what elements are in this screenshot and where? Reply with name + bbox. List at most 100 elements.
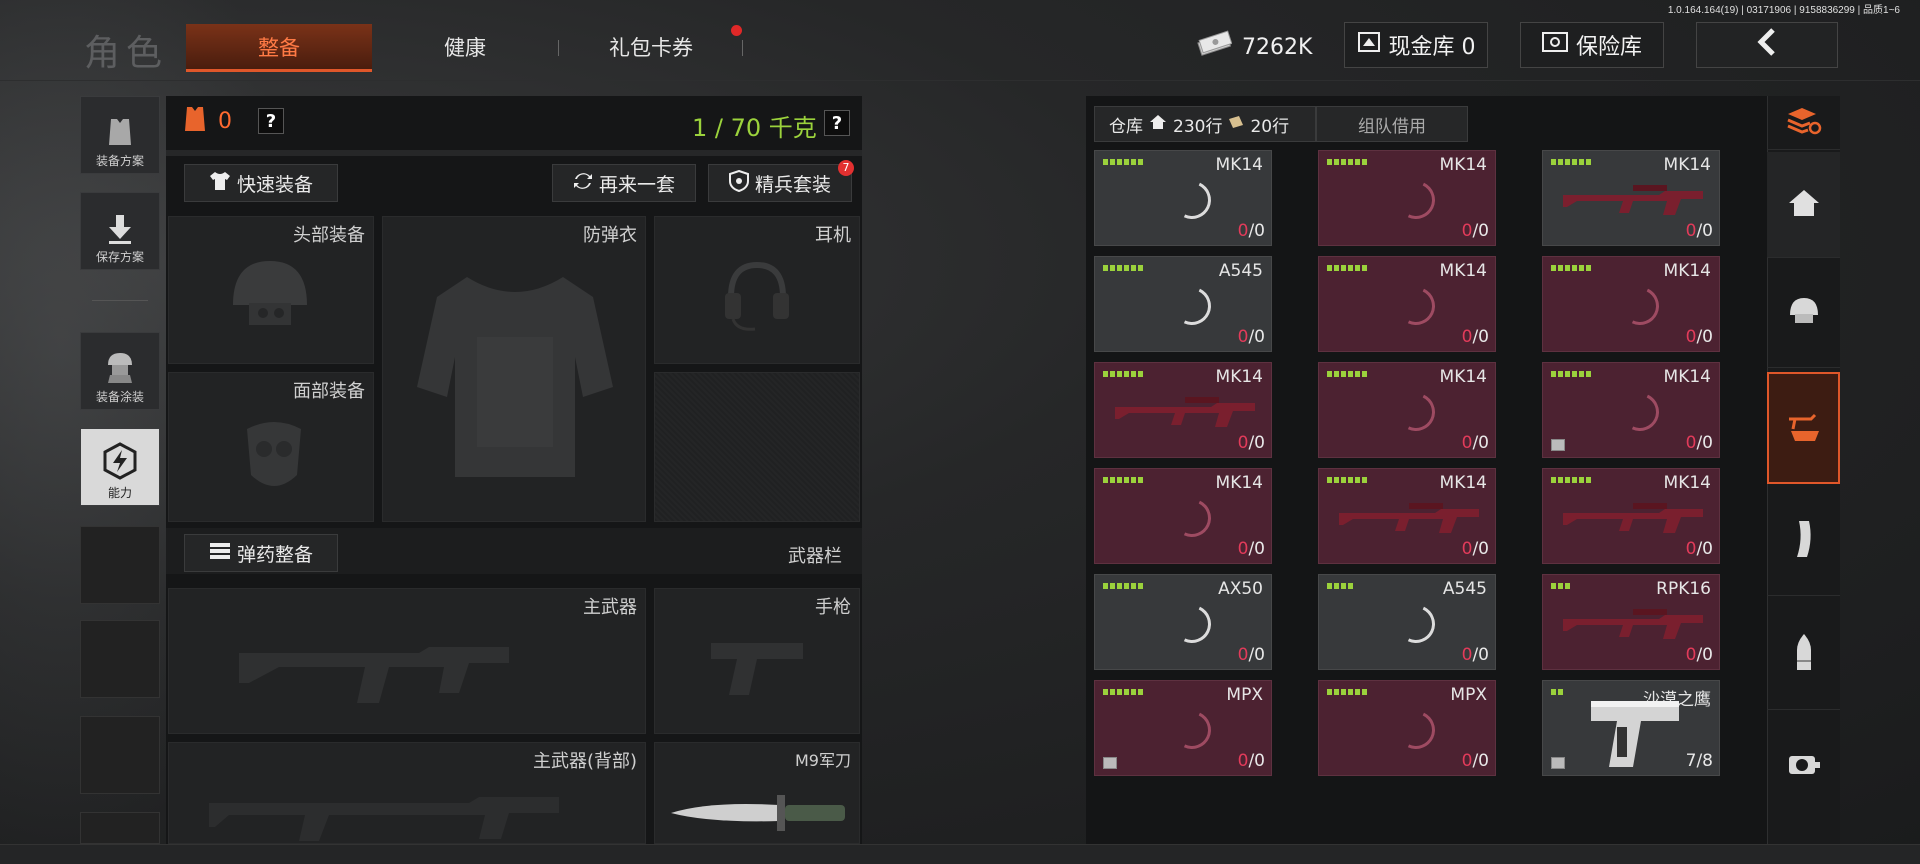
quality-dots xyxy=(1551,265,1591,271)
loading-spinner-icon xyxy=(1167,281,1217,331)
item-name: MK14 xyxy=(1663,367,1711,387)
ability-hexagon-icon xyxy=(100,441,140,484)
back-button[interactable] xyxy=(1696,22,1838,68)
warehouse-tab-label: 仓库 xyxy=(1109,116,1143,137)
weight-display: 1 / 70 千克 xyxy=(692,114,817,142)
inventory-item[interactable]: MK14 0/0 xyxy=(1094,362,1272,458)
item-count-current: 0 xyxy=(1237,327,1249,347)
rail-ammo[interactable] xyxy=(1767,598,1840,710)
item-count-current: 0 xyxy=(1461,539,1473,559)
container-box-icon xyxy=(1551,439,1565,451)
refresh-icon xyxy=(573,171,593,196)
sidebar-item-ability[interactable]: 能力 xyxy=(80,428,160,506)
tab-health[interactable]: 健康 xyxy=(372,24,558,72)
tab-equipment[interactable]: 整备 xyxy=(186,24,372,72)
bottom-bar xyxy=(0,844,1920,864)
cash-stack-icon xyxy=(1196,30,1233,64)
inventory-item[interactable]: MPX 0/0 xyxy=(1318,680,1496,776)
armor-help-button[interactable]: ? xyxy=(258,108,284,134)
item-count: 0/0 xyxy=(1462,433,1489,453)
item-count-total: /0 xyxy=(1696,645,1713,665)
quality-dots xyxy=(1551,583,1570,589)
pistol-slot[interactable]: 手枪 xyxy=(654,588,860,734)
rail-weapons[interactable] xyxy=(1767,372,1840,484)
rifle-thumbnail-icon xyxy=(1563,495,1713,539)
item-count-current: 0 xyxy=(1685,645,1697,665)
item-count-current: 0 xyxy=(1237,539,1249,559)
quality-dots xyxy=(1327,477,1367,483)
rifle-thumbnail-icon xyxy=(1563,601,1713,645)
item-name: MK14 xyxy=(1215,473,1263,493)
ammo-loadout-label: 弹药整备 xyxy=(236,543,313,566)
primary-weapon-back-slot[interactable]: 主武器(背部) xyxy=(168,742,646,844)
inventory-item[interactable]: AX50 0/0 xyxy=(1094,574,1272,670)
inventory-item[interactable]: MK14 0/0 xyxy=(1542,150,1720,246)
item-name: MK14 xyxy=(1439,367,1487,387)
stack-refresh-icon xyxy=(1786,106,1822,140)
ammo-loadout-button[interactable]: 弹药整备 xyxy=(184,534,338,572)
inventory-item[interactable]: RPK16 0/0 xyxy=(1542,574,1720,670)
quality-dots xyxy=(1327,159,1367,165)
rail-all-items[interactable] xyxy=(1767,152,1840,258)
safe-icon xyxy=(1541,31,1568,59)
rail-attachments[interactable] xyxy=(1767,712,1840,820)
rifle-thumbnail-icon xyxy=(1115,389,1265,433)
weight-help-button[interactable]: ? xyxy=(824,110,850,136)
quick-equip-button[interactable]: 快速装备 xyxy=(184,164,338,202)
rail-helmets[interactable] xyxy=(1767,258,1840,368)
inventory-item[interactable]: MK14 0/0 xyxy=(1318,468,1496,564)
reroll-button[interactable]: 再来一套 xyxy=(552,164,696,202)
safe-box-button[interactable]: 保险库 xyxy=(1520,22,1664,68)
item-count-total: /0 xyxy=(1248,433,1265,453)
quality-dots xyxy=(1103,583,1143,589)
rifle-thumbnail-icon xyxy=(1339,495,1489,539)
elite-set-button[interactable]: 精兵套装 xyxy=(708,164,852,202)
inventory-item[interactable]: MK14 0/0 xyxy=(1542,468,1720,564)
sidebar-item-save-plan[interactable]: 保存方案 xyxy=(80,192,160,270)
knife-slot[interactable]: M9军刀 xyxy=(654,742,860,844)
inventory-item[interactable]: MK14 0/0 xyxy=(1318,256,1496,352)
download-arrow-icon xyxy=(105,213,135,248)
rail-magazines[interactable] xyxy=(1767,486,1840,596)
headset-slot[interactable]: 耳机 xyxy=(654,216,860,364)
sidebar-item-skin[interactable]: 装备涂装 xyxy=(80,332,160,410)
rail-sort-button[interactable] xyxy=(1767,96,1840,150)
inventory-item[interactable]: MK14 0/0 xyxy=(1542,256,1720,352)
inventory-item[interactable]: A545 0/0 xyxy=(1094,256,1272,352)
item-count-current: 0 xyxy=(1237,645,1249,665)
sidebar-item-loadout-plan[interactable]: 装备方案 xyxy=(80,96,160,174)
inventory-item[interactable]: 沙漠之鹰 7/8 xyxy=(1542,680,1720,776)
head-gear-slot[interactable]: 头部装备 xyxy=(168,216,374,364)
gun-crate-icon xyxy=(1785,409,1823,447)
item-count-total: /0 xyxy=(1696,539,1713,559)
inventory-item[interactable]: MK14 0/0 xyxy=(1318,150,1496,246)
inventory-item[interactable]: A545 0/0 xyxy=(1318,574,1496,670)
cash-vault-button[interactable]: 现金库 0 xyxy=(1344,22,1488,68)
item-count: 0/0 xyxy=(1238,539,1265,559)
safe-box-label: 保险库 xyxy=(1575,35,1642,60)
body-armor-slot[interactable]: 防弹衣 xyxy=(382,216,646,522)
inventory-item[interactable]: MK14 0/0 xyxy=(1094,150,1272,246)
warehouse-rows-used: 20行 xyxy=(1250,116,1290,137)
reroll-label: 再来一套 xyxy=(598,173,675,196)
tab-gift-cards[interactable]: 礼包卡券 xyxy=(558,24,744,72)
primary-weapon-slot[interactable]: 主武器 xyxy=(168,588,646,734)
body-armor-icon xyxy=(407,267,623,497)
ammo-stack-icon xyxy=(209,541,231,566)
inventory-item[interactable]: MPX 0/0 xyxy=(1094,680,1272,776)
loading-spinner-icon xyxy=(1391,281,1441,331)
inventory-item[interactable]: MK14 0/0 xyxy=(1094,468,1272,564)
item-count-total: /0 xyxy=(1696,221,1713,241)
face-gear-slot[interactable]: 面部装备 xyxy=(168,372,374,522)
sidebar-item-label: 能力 xyxy=(107,486,132,500)
team-loan-tab[interactable]: 组队借用 xyxy=(1316,106,1468,142)
quality-dots xyxy=(1551,371,1591,377)
slot-label: 防弹衣 xyxy=(583,225,637,246)
quality-dots xyxy=(1327,371,1367,377)
container-box-icon xyxy=(1103,757,1117,769)
inventory-item[interactable]: MK14 0/0 xyxy=(1318,362,1496,458)
home-icon xyxy=(1788,189,1820,221)
warehouse-tab[interactable]: 仓库 230行 20行 xyxy=(1094,106,1316,142)
inventory-item[interactable]: MK14 0/0 xyxy=(1542,362,1720,458)
item-name: MK14 xyxy=(1439,261,1487,281)
